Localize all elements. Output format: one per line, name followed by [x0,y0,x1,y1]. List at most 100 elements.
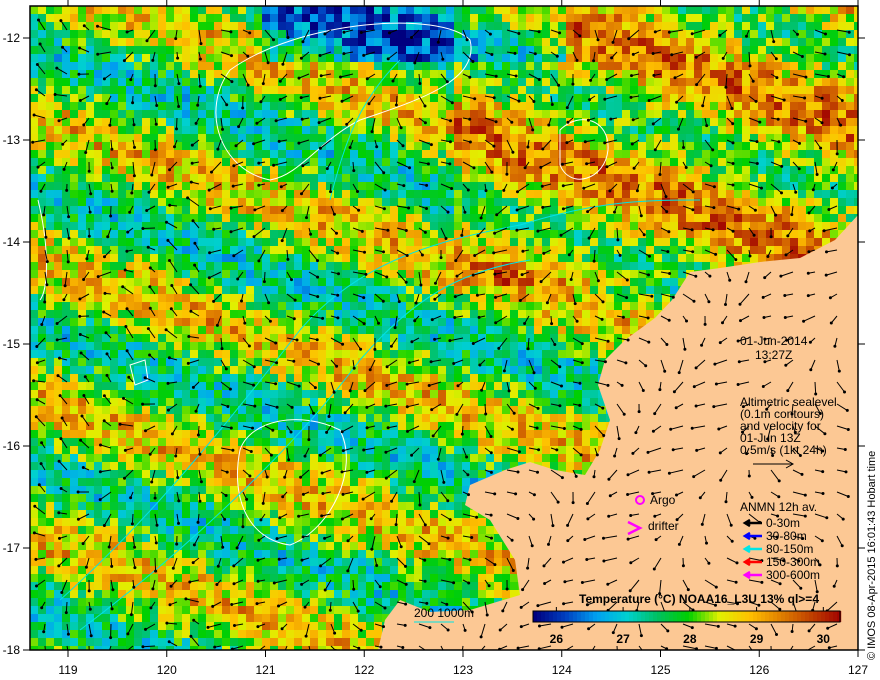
arrow-head [61,45,64,49]
arrow-head [606,582,610,586]
arrow-head [694,274,698,278]
arrow-head [96,52,100,56]
arrow-head [514,74,518,78]
arrow-head [318,54,322,57]
arrow-head [56,374,60,378]
arrow-head [31,140,35,144]
arrow-head [253,404,257,408]
arrow-head [724,303,727,306]
arrow-head [206,625,210,629]
arrow-head [274,382,278,386]
arrow-head [388,31,391,35]
arrow-head [630,74,633,78]
arrow-head [691,190,695,194]
arrow-head [430,318,434,322]
arrow-head [363,389,367,393]
arrow-head [102,310,106,314]
arrow-head [220,347,224,351]
arrow-head [700,343,704,347]
arrow-head [375,145,379,149]
arrow-head [125,307,129,311]
arrow-head [825,250,828,254]
arrow-head [286,257,290,261]
arrow-head [622,412,626,416]
arrow-head [241,106,245,110]
arrow-head [820,539,824,543]
arrow-head [425,183,429,187]
arrow-head [45,283,49,287]
arrow-head [520,273,524,277]
arrow-head [109,636,113,640]
arrow-head [85,257,89,261]
arrow-head [103,255,106,259]
arrow-head [194,409,198,413]
arrow-head [269,453,273,457]
arrow-head [436,40,440,44]
arrow-head [257,183,261,187]
arrow-head [671,448,675,452]
arrow-head [553,343,557,346]
arrow-head [490,170,494,174]
arrow-head [605,78,609,81]
arrow-head [774,213,778,217]
arrow-head [299,475,303,479]
arrow-head [231,448,235,452]
anmn-item-label: 150-300m [766,555,820,569]
arrow-head [184,597,188,601]
arrow-head [758,120,762,124]
arrow-head [533,386,537,390]
arrow-head [476,234,480,238]
arrow-head [166,408,170,412]
arrow-head [427,542,431,546]
arrow-head [670,53,674,57]
arrow-head [629,561,633,565]
arrow-head [562,602,566,606]
arrow-head [193,263,197,267]
arrow-head [772,40,776,44]
arrow-head [320,471,324,475]
arrow-head [150,173,154,177]
arrow-head [146,327,150,331]
arrow-head [578,381,582,385]
arrow-head [58,536,61,540]
arrow-head [262,280,266,284]
arrow-head [278,79,282,83]
arrow-head [513,51,517,55]
arrow-head [230,54,233,58]
arrow-head [125,249,129,253]
arrow-head [280,627,284,631]
arrow-head [721,56,725,60]
arrow-head [526,566,530,570]
arrow-head [226,405,230,408]
arrow-head [832,584,836,588]
arrow-head [32,379,36,383]
arrow-head [489,513,493,517]
arrow-head [734,258,738,262]
arrow-head [605,165,609,169]
arrow-head [35,63,39,66]
arrow-head [717,427,721,431]
arrow-head [452,362,456,365]
arrow-head [735,561,739,565]
arrow-head [57,459,61,463]
arrow-head [87,169,91,173]
velocity-arrow [154,557,157,572]
arrow-head [83,375,87,379]
arrow-head [808,340,812,344]
arrow-head [382,171,386,175]
arrow-head [731,141,735,145]
arrow-head [133,545,137,549]
arrow-head [234,144,238,148]
arrow-head [225,103,229,107]
arrow-head [821,492,825,495]
arrow-head [168,168,172,172]
arrow-head [78,297,82,301]
arrow-head [558,31,562,35]
arrow-head [712,185,716,189]
arrow-head [230,603,234,606]
arrow-head [592,59,596,63]
arrow-head [842,75,846,79]
arrow-head [268,319,272,323]
arrow-head [684,166,688,169]
arrow-head [346,539,350,543]
